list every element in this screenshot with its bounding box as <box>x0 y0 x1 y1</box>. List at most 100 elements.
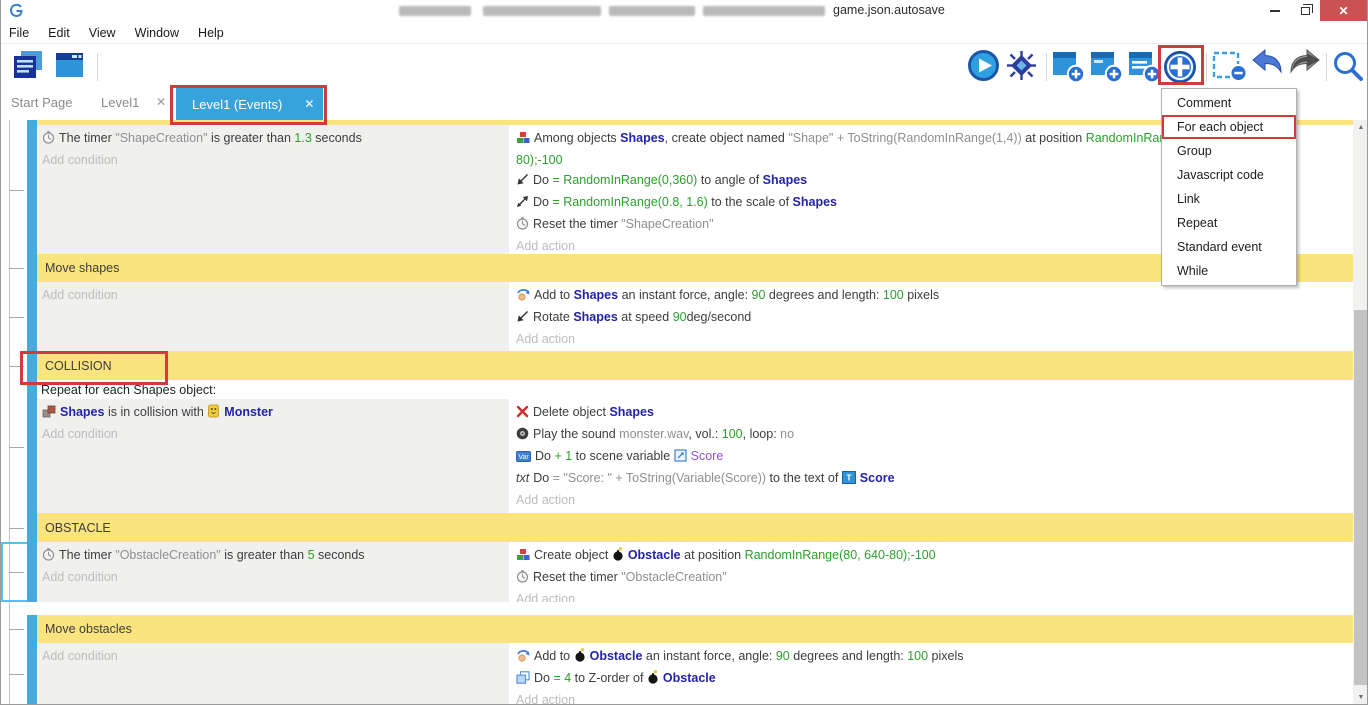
undo-icon <box>1251 49 1285 84</box>
actions-cell[interactable]: Add to Obstacle an instant force, angle:… <box>509 643 1353 705</box>
menu-item-standard-event[interactable]: Standard event <box>1162 235 1296 259</box>
event-row[interactable]: The timer "ShapeCreation" is greater tha… <box>1 125 1353 254</box>
toolbar-separator <box>1326 53 1327 81</box>
add-action-link[interactable]: Add action <box>516 690 1346 705</box>
debug-button[interactable] <box>1005 49 1042 87</box>
event-row[interactable]: The timer "ObstacleCreation" is greater … <box>1 542 1353 602</box>
redo-button[interactable] <box>1287 49 1325 84</box>
add-action-link[interactable]: Add action <box>516 490 1346 510</box>
event-row[interactable]: Add condition Add to Obstacle an instant … <box>1 643 1353 705</box>
event-line[interactable]: Shapes is in collision with Monster <box>42 402 504 424</box>
actions-cell[interactable]: Delete object ShapesPlay the sound monst… <box>509 399 1353 513</box>
project-manager-button[interactable] <box>11 49 49 86</box>
add-comment-button[interactable] <box>1127 49 1165 88</box>
foreach-header[interactable]: Repeat for each Shapes object: <box>37 380 1353 399</box>
event-selection-bar[interactable] <box>27 513 37 542</box>
tab-level1-events[interactable]: Level1 (Events)✕ <box>176 88 323 120</box>
menu-view[interactable]: View <box>89 26 116 40</box>
undo-button[interactable] <box>1251 49 1289 84</box>
event-line[interactable]: Add to Shapes an instant force, angle: 9… <box>516 285 1346 307</box>
add-condition-link[interactable]: Add condition <box>42 567 504 587</box>
conditions-cell[interactable]: The timer "ShapeCreation" is greater tha… <box>37 125 509 254</box>
add-condition-link[interactable]: Add condition <box>42 646 504 666</box>
event-line[interactable]: txtDo = "Score: " + ToString(Variable(Sc… <box>516 468 1346 490</box>
tab-level1[interactable]: Level1 <box>101 95 139 110</box>
event-selection-bar[interactable] <box>27 380 37 513</box>
text-segment: to the scale of <box>708 195 793 209</box>
text-segment: Add to <box>534 649 574 663</box>
text-segment: Do <box>533 173 552 187</box>
add-subevent-button[interactable] <box>1089 49 1127 88</box>
event-line[interactable]: Do = 4 to Z-order of Obstacle <box>516 668 1346 690</box>
event-gutter <box>1 542 27 602</box>
comment-row[interactable]: Move obstacles <box>1 615 1353 643</box>
comment-row[interactable]: COLLISION <box>1 351 1353 380</box>
close-button[interactable]: ✕ <box>1320 0 1367 21</box>
tab-start-page[interactable]: Start Page <box>11 95 72 110</box>
add-other-event-icon <box>1162 49 1198 90</box>
vertical-scrollbar[interactable]: ▲ ▼ <box>1353 120 1368 705</box>
tab-level1-events-close-icon[interactable]: ✕ <box>304 97 314 111</box>
event-selection-bar[interactable] <box>27 542 37 602</box>
event-line[interactable]: The timer "ObstacleCreation" is greater … <box>42 545 504 567</box>
add-condition-link[interactable]: Add condition <box>42 150 504 170</box>
event-selection-bar[interactable] <box>27 643 37 705</box>
text-segment: + 1 <box>554 449 572 463</box>
text-segment: an instant force, angle: <box>642 649 775 663</box>
event-selection-bar[interactable] <box>27 615 37 643</box>
conditions-cell[interactable]: Add condition <box>37 643 509 705</box>
comment-body[interactable]: Move obstacles <box>37 615 1353 643</box>
add-event-button[interactable] <box>1051 49 1089 88</box>
play-button[interactable] <box>967 49 1004 87</box>
menu-item-javascript-code[interactable]: Javascript code <box>1162 163 1296 187</box>
add-other-event-button[interactable] <box>1162 49 1202 90</box>
event-row[interactable]: Add condition Add to Shapes an instant fo… <box>1 282 1353 351</box>
menu-item-comment[interactable]: Comment <box>1162 91 1296 115</box>
event-selection-bar[interactable] <box>27 125 37 254</box>
restore-button[interactable] <box>1290 0 1320 21</box>
actions-cell[interactable]: Create object Obstacle at position Rando… <box>509 542 1353 602</box>
menu-item-link[interactable]: Link <box>1162 187 1296 211</box>
search-button[interactable] <box>1331 49 1368 88</box>
event-line[interactable]: Rotate Shapes at speed 90deg/second <box>516 307 1346 329</box>
add-condition-link[interactable]: Add condition <box>42 424 504 444</box>
menu-item-repeat[interactable]: Repeat <box>1162 211 1296 235</box>
comment-body[interactable]: Move shapes <box>37 254 1353 282</box>
menu-edit[interactable]: Edit <box>48 26 70 40</box>
menu-file[interactable]: File <box>9 26 29 40</box>
add-condition-link[interactable]: Add condition <box>42 285 504 305</box>
event-line[interactable]: Reset the timer "ObstacleCreation" <box>516 567 1346 589</box>
comment-row[interactable]: OBSTACLE <box>1 513 1353 542</box>
scroll-up-icon[interactable]: ▲ <box>1353 120 1368 135</box>
menu-window[interactable]: Window <box>135 26 179 40</box>
comment-row[interactable]: Move shapes <box>1 254 1353 282</box>
event-line[interactable]: Create object Obstacle at position Rando… <box>516 545 1346 567</box>
minimize-button[interactable] <box>1260 0 1290 21</box>
event-line[interactable]: Play the sound monster.wav, vol.: 100, l… <box>516 424 1346 446</box>
conditions-cell[interactable]: Add condition <box>37 282 509 351</box>
event-selection-bar[interactable] <box>27 282 37 351</box>
scroll-down-icon[interactable]: ▼ <box>1353 690 1368 705</box>
obstacle-icon <box>647 670 659 690</box>
comment-body[interactable]: COLLISION <box>37 351 1353 380</box>
event-line[interactable]: Add to Obstacle an instant force, angle:… <box>516 646 1346 668</box>
actions-cell[interactable]: Add to Shapes an instant force, angle: 9… <box>509 282 1353 351</box>
comment-body[interactable]: OBSTACLE <box>37 513 1353 542</box>
event-line[interactable]: VarDo + 1 to scene variable Score <box>516 446 1346 468</box>
foreach-event-row[interactable]: Repeat for each Shapes object:Shapes is … <box>1 380 1353 513</box>
menu-item-for-each-object[interactable]: For each object <box>1162 115 1296 139</box>
event-line[interactable]: The timer "ShapeCreation" is greater tha… <box>42 128 504 150</box>
event-selection-bar[interactable] <box>27 351 37 380</box>
conditions-cell[interactable]: The timer "ObstacleCreation" is greater … <box>37 542 509 602</box>
add-action-link[interactable]: Add action <box>516 329 1346 349</box>
menu-help[interactable]: Help <box>198 26 224 40</box>
tab-level1-close-icon[interactable]: ✕ <box>156 95 166 109</box>
remove-event-button[interactable] <box>1211 49 1252 87</box>
scrollbar-thumb[interactable] <box>1354 310 1368 685</box>
event-selection-bar[interactable] <box>27 254 37 282</box>
event-line[interactable]: Delete object Shapes <box>516 402 1346 424</box>
menu-item-group[interactable]: Group <box>1162 139 1296 163</box>
scene-editor-button[interactable] <box>53 49 91 86</box>
conditions-cell[interactable]: Shapes is in collision with MonsterAdd c… <box>37 399 509 513</box>
menu-item-while[interactable]: While <box>1162 259 1296 283</box>
